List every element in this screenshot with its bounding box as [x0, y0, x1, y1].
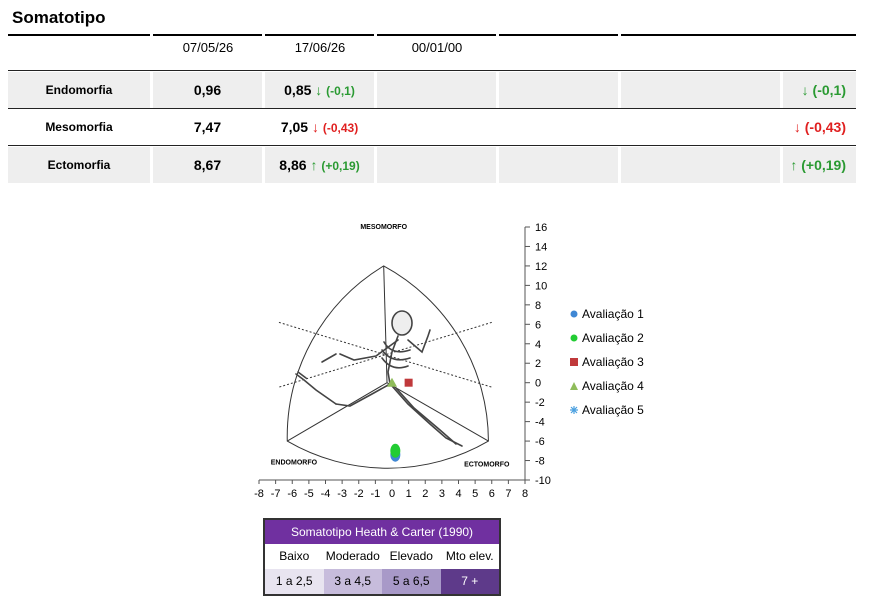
x-tick-label: 0 — [389, 488, 395, 500]
reference-level: Baixo — [279, 549, 310, 563]
legend-label: Avaliação 5 — [582, 403, 644, 417]
y-tick-label: 14 — [535, 241, 547, 253]
y-tick-label: 8 — [535, 300, 541, 312]
axis-endomorph — [287, 382, 388, 442]
reference-range: 7 + — [440, 569, 499, 594]
y-tick-label: -2 — [535, 397, 545, 409]
legend-marker — [570, 334, 578, 342]
corner-label-top: MESOMORFO — [360, 224, 407, 231]
point — [390, 443, 401, 458]
y-tick-label: -8 — [535, 456, 545, 468]
y-tick-label: 4 — [535, 339, 541, 351]
triangle-marker-icon — [568, 381, 580, 391]
legend-item: Avaliação 5 — [568, 398, 644, 422]
x-tick-label: 2 — [422, 488, 428, 500]
x-tick-label: 7 — [505, 488, 511, 500]
x-tick-label: -8 — [254, 488, 264, 500]
x-tick-label: -4 — [321, 488, 331, 500]
reference-level: Moderado — [325, 549, 380, 563]
y-tick-label: 2 — [535, 358, 541, 370]
x-tick-label: 5 — [472, 488, 478, 500]
reference-level: Elevado — [389, 549, 433, 563]
legend-marker — [570, 358, 578, 366]
reference-levels: Baixo Moderado Elevado Mto elev. — [265, 544, 499, 569]
legend-label: Avaliação 1 — [582, 307, 644, 321]
y-tick-label: 12 — [535, 261, 547, 273]
y-tick-label: 0 — [535, 378, 541, 390]
legend-label: Avaliação 4 — [582, 379, 644, 393]
y-tick-label: 16 — [535, 222, 547, 234]
reference-range: 5 a 6,5 — [382, 569, 441, 594]
x-tick-label: 6 — [489, 488, 495, 500]
reference-range: 1 a 2,5 — [265, 569, 324, 594]
legend-marker — [570, 406, 578, 414]
y-tick-label: -6 — [535, 436, 545, 448]
y-tick-label: 10 — [535, 280, 547, 292]
x-tick-label: 3 — [439, 488, 445, 500]
x-tick-label: 4 — [455, 488, 461, 500]
axes: -8 -7 -6 -5 -4 -3 -2 -1 0 1 2 3 4 5 6 7 81614121086420-2… — [254, 222, 551, 500]
star-marker-icon — [568, 405, 580, 415]
legend-item: Avaliação 2 — [568, 326, 644, 350]
y-tick-label: 6 — [535, 319, 541, 331]
square-marker-icon — [568, 357, 580, 367]
x-tick-label: -7 — [271, 488, 281, 500]
legend-item: Avaliação 3 — [568, 350, 644, 374]
reference-level: Mto elev. — [445, 549, 494, 563]
circle-marker-icon — [568, 309, 580, 319]
legend-item: Avaliação 1 — [568, 302, 644, 326]
skeleton-illustration — [295, 310, 463, 447]
x-tick-label: 1 — [406, 488, 412, 500]
point — [404, 378, 413, 387]
reference-ranges: 1 a 2,5 3 a 4,5 5 a 6,5 7 + — [265, 569, 499, 594]
axis-ectomorph — [386, 382, 489, 442]
y-tick-label: -10 — [535, 475, 551, 487]
x-tick-label: -2 — [354, 488, 364, 500]
reference-title: Somatotipo Heath & Carter (1990) — [265, 520, 499, 544]
y-tick-label: -4 — [535, 417, 545, 429]
reference-table: Somatotipo Heath & Carter (1990) Baixo Mo… — [263, 518, 501, 596]
legend-label: Avaliação 3 — [582, 355, 644, 369]
x-tick-label: -1 — [370, 488, 380, 500]
x-tick-label: -6 — [287, 488, 297, 500]
reference-range: 3 a 4,5 — [323, 569, 382, 594]
circle-marker-icon — [568, 333, 580, 343]
axis-mesomorph — [383, 265, 388, 383]
corner-label-left: ENDOMORFO — [271, 459, 318, 466]
x-tick-label: 8 — [522, 488, 528, 500]
somatochart: MESOMORFO ENDOMORFO ECTOMORFO -8 -7 -6 -5 -4 -3… — [254, 222, 551, 500]
legend: Avaliação 1 Avaliação 2 Avaliação 3 Avaliaç… — [568, 302, 644, 422]
x-tick-label: -3 — [337, 488, 347, 500]
x-tick-label: -5 — [304, 488, 314, 500]
legend-marker — [570, 310, 578, 318]
legend-label: Avaliação 2 — [582, 331, 644, 345]
corner-label-right: ECTOMORFO — [464, 461, 510, 468]
legend-marker — [570, 382, 578, 390]
legend-item: Avaliação 4 — [568, 374, 644, 398]
frame-outline — [286, 265, 489, 469]
